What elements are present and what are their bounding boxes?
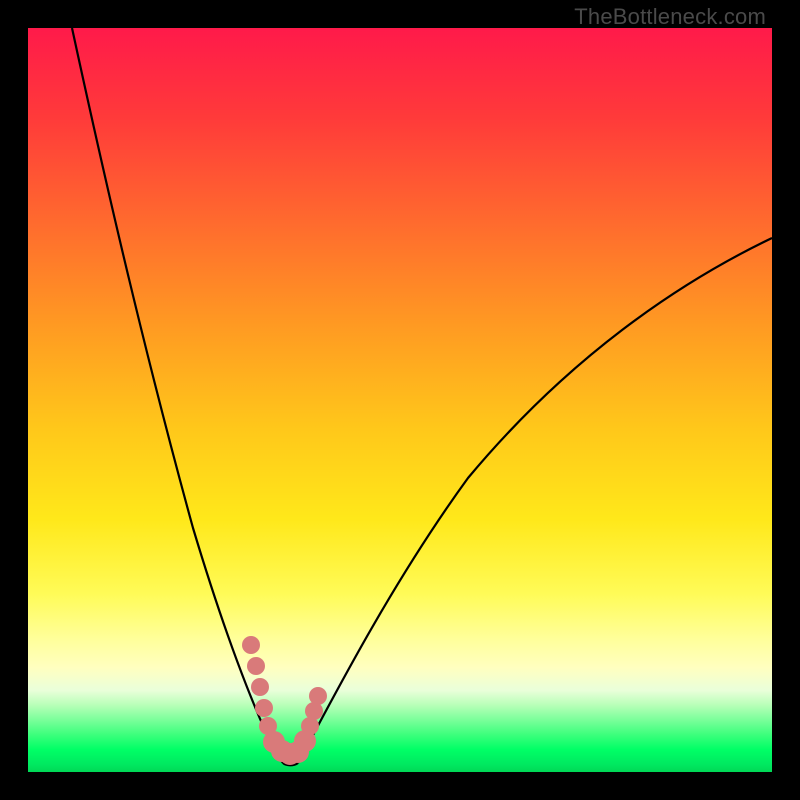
marker-dot	[247, 657, 265, 675]
plot-area	[28, 28, 772, 772]
marker-dot	[251, 678, 269, 696]
marker-dot	[309, 687, 327, 705]
right-curve-path	[298, 238, 772, 763]
frame-border	[772, 0, 800, 800]
watermark-text: TheBottleneck.com	[574, 4, 766, 30]
frame-border	[0, 772, 800, 800]
frame-border	[0, 0, 28, 800]
marker-dot	[242, 636, 260, 654]
curve-layer	[28, 28, 772, 772]
marker-dot	[255, 699, 273, 717]
